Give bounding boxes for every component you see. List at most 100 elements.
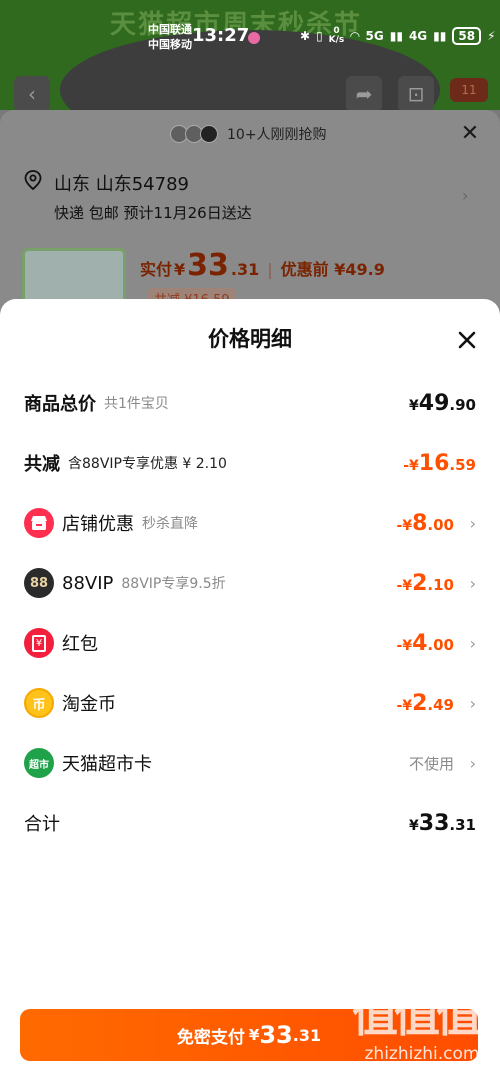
chevron-right-icon[interactable]: ›	[462, 186, 468, 205]
row-sub: 共1件宝贝	[104, 396, 169, 412]
pay-button-currency: ¥	[248, 1026, 260, 1044]
row-label: 淘金币	[62, 694, 116, 715]
amount-int: 16	[418, 450, 450, 476]
amount-currency: -¥	[403, 457, 419, 474]
amount-dec: .59	[449, 455, 476, 474]
carrier-2: 中国移动	[148, 38, 192, 51]
chevron-right-icon: ›	[469, 693, 476, 713]
amount-int: 4	[412, 630, 428, 656]
signal-4g: 4G	[408, 29, 428, 43]
amount-dec: .00	[427, 515, 454, 534]
clock: 13:27	[192, 25, 250, 46]
row-sub: 含88VIP专享优惠 ¥ 2.10	[68, 456, 227, 472]
row-label: 合计	[24, 814, 60, 835]
status-bar: 中国联通 中国移动 13:27 ✱ ▯ 0 K/s ◠ 5G ▮▮ 4G ▮▮ 5…	[0, 0, 500, 72]
row-amount: -¥ 2 .10	[397, 571, 454, 596]
location-pin-icon	[24, 170, 42, 190]
network-speed: 0 K/s	[328, 26, 345, 45]
row-amount: -¥ 2 .49	[397, 691, 454, 716]
payment-sheet: 10+人刚刚抢购 ✕ 山东 山东54789 快递 包邮 预计11月26日送达 ›…	[0, 110, 500, 310]
amount-currency: ¥	[409, 397, 419, 414]
chevron-right-icon: ›	[469, 753, 476, 773]
shipping-info: 快递 包邮 预计11月26日送达	[54, 204, 252, 222]
avatar	[200, 125, 218, 143]
amount-currency: -¥	[396, 637, 413, 654]
row-total: 合计 ¥ 33 .31	[24, 803, 476, 843]
signal-5g: 5G	[365, 29, 384, 43]
sheet-title: 价格明细	[208, 327, 292, 351]
back-icon[interactable]: ‹	[14, 76, 50, 110]
row-goods-total: 商品总价 共1件宝贝 ¥ 49 .90	[24, 383, 476, 423]
red-packet-icon: ¥	[24, 628, 54, 658]
price-detail-sheet: 价格明细 商品总价 共1件宝贝 ¥ 49 .90 共减 含88VIP专享优惠 ¥…	[0, 299, 500, 1083]
signal-bars-icon: ▮▮	[389, 29, 403, 43]
recent-buyers-text: 10+人刚刚抢购	[227, 127, 327, 143]
amount-int: 2	[412, 570, 428, 596]
row-amount: ¥ 33 .31	[409, 811, 476, 836]
share-icon[interactable]: ➦	[346, 76, 382, 110]
amount-dec: .00	[427, 635, 454, 654]
row-amount: ¥ 49 .90	[409, 391, 476, 416]
pay-button-label: 免密支付	[176, 1027, 245, 1048]
row-88vip[interactable]: 88 88VIP 88VIP专享9.5折 -¥ 2 .10 ›	[24, 563, 476, 603]
row-amount: -¥ 16 .59	[403, 451, 476, 476]
divider: |	[267, 260, 273, 279]
close-icon[interactable]: ✕	[456, 120, 484, 148]
amount-currency: -¥	[396, 517, 413, 534]
before-discount: 优惠前 ¥49.9	[280, 260, 385, 279]
shop-icon	[24, 508, 54, 538]
signal-bars-icon-2: ▮▮	[433, 29, 447, 43]
pay-button-int: 33	[259, 1021, 293, 1049]
delivery-address[interactable]: 山东 山东54789	[54, 170, 189, 196]
amount-int: 33	[418, 810, 450, 836]
row-value: 不使用	[408, 754, 454, 773]
password-free-pay-button[interactable]: 免密支付 ¥ 33 .31	[20, 1009, 478, 1061]
vip88-icon: 88	[24, 568, 54, 598]
row-label: 商品总价	[24, 394, 96, 415]
cart-icon[interactable]: ⊡	[398, 76, 434, 110]
amount-currency: ¥	[409, 817, 419, 834]
row-taojinbi[interactable]: 币 淘金币 -¥ 2 .49 ›	[24, 683, 476, 723]
row-supermarket-card[interactable]: 超市 天猫超市卡 不使用 ›	[24, 743, 476, 783]
recent-buyers: 10+人刚刚抢购	[170, 124, 327, 144]
row-amount: -¥ 4 .00	[397, 631, 454, 656]
paid-currency: ¥	[174, 260, 186, 279]
pay-button-dec: .31	[292, 1025, 322, 1045]
amount-dec: .10	[427, 575, 454, 594]
amount-int: 8	[412, 510, 428, 536]
paid-label: 实付	[140, 260, 173, 279]
vibrate-icon: ▯	[316, 29, 323, 43]
close-icon[interactable]	[452, 325, 482, 355]
amount-dec: .49	[427, 695, 454, 714]
row-label: 88VIP	[62, 572, 114, 594]
row-total-reduction: 共减 含88VIP专享优惠 ¥ 2.10 -¥ 16 .59	[24, 443, 476, 483]
row-amount: -¥ 8 .00	[397, 511, 454, 536]
supermarket-card-icon: 超市	[24, 748, 54, 778]
bluetooth-icon: ✱	[300, 29, 311, 43]
amount-dec: .31	[449, 815, 476, 834]
red-packet-glyph: ¥	[32, 634, 46, 652]
amount-int: 49	[418, 390, 450, 416]
charging-icon: ⚡	[487, 29, 496, 43]
row-red-packet[interactable]: ¥ 红包 -¥ 4 .00 ›	[24, 623, 476, 663]
cart-badge: 11	[450, 78, 488, 102]
row-shop-discount[interactable]: 店铺优惠 秒杀直降 -¥ 8 .00 ›	[24, 503, 476, 543]
row-label: 红包	[62, 634, 98, 655]
system-icons: ✱ ▯ 0 K/s ◠ 5G ▮▮ 4G ▮▮ 58 ⚡	[300, 27, 496, 45]
row-label: 天猫超市卡	[62, 754, 152, 775]
row-sub: 88VIP专享9.5折	[121, 576, 226, 592]
wifi-icon: ◠	[350, 29, 360, 43]
taojinbi-icon: 币	[24, 688, 54, 718]
carrier-1: 中国联通	[148, 23, 192, 36]
battery-indicator: 58	[452, 27, 482, 45]
paid-dec: .31	[230, 260, 260, 279]
row-sub: 秒杀直降	[142, 516, 198, 532]
amount-int: 2	[412, 690, 428, 716]
chevron-right-icon: ›	[469, 633, 476, 653]
paid-amount: 实付 ¥ 33 .31 | 优惠前 ¥49.9	[140, 248, 385, 283]
row-label: 共减	[24, 454, 60, 475]
chevron-right-icon: ›	[469, 513, 476, 533]
row-label: 店铺优惠	[62, 514, 134, 535]
amount-currency: -¥	[396, 697, 413, 714]
chevron-right-icon: ›	[469, 573, 476, 593]
